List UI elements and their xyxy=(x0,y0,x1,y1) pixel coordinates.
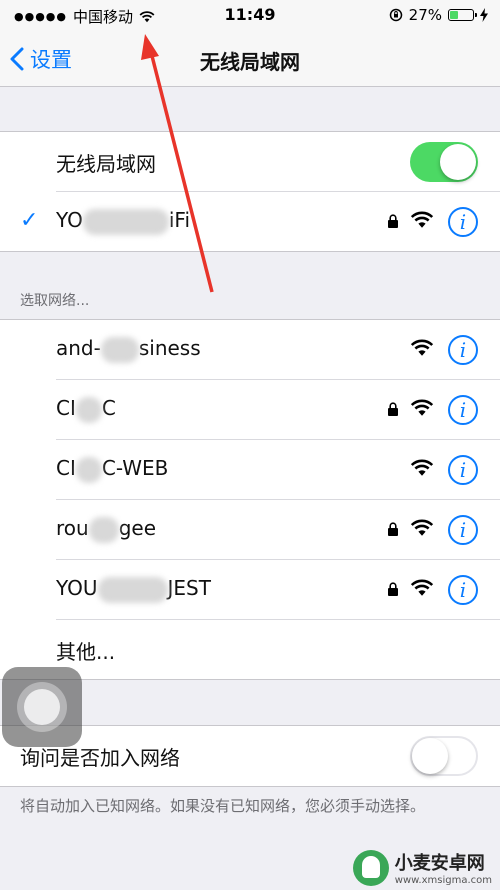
network-row[interactable]: CI C i xyxy=(0,380,500,440)
wifi-icon xyxy=(410,579,434,596)
network-name: CI C-WEB xyxy=(56,456,168,483)
network-name: rou gee xyxy=(56,516,156,543)
watermark-logo-icon xyxy=(352,849,389,886)
wifi-toggle-row: 无线局域网 xyxy=(0,132,500,192)
page-title: 无线局域网 xyxy=(200,50,300,74)
info-icon[interactable]: i xyxy=(448,575,478,605)
redaction-blur xyxy=(82,208,169,235)
watermark-url: www.xmsigma.com xyxy=(394,875,492,886)
redaction-blur xyxy=(75,396,102,423)
info-icon[interactable]: i xyxy=(448,455,478,485)
redaction-blur xyxy=(88,516,119,543)
footer-note: 将自动加入已知网络。如果没有已知网络，您必须手动选择。 xyxy=(20,797,426,815)
wifi-icon xyxy=(410,211,434,228)
wifi-toggle-label: 无线局域网 xyxy=(56,152,156,176)
wifi-icon xyxy=(410,519,434,536)
wifi-toggle[interactable] xyxy=(410,142,478,182)
connected-network-name: YO iFi xyxy=(56,208,190,235)
wifi-main-group: 无线局域网 ✓ YO iFi i xyxy=(0,131,500,252)
status-bar: ●●●●● 中国移动 11:49 27% xyxy=(0,0,500,34)
watermark-title: 小麦安卓网 xyxy=(394,853,485,874)
battery-icon xyxy=(448,9,477,21)
other-network-label: 其他... xyxy=(56,640,116,664)
info-icon[interactable]: i xyxy=(448,207,478,237)
network-name: and-siness xyxy=(56,336,201,363)
info-icon[interactable]: i xyxy=(448,395,478,425)
orientation-lock-icon xyxy=(389,8,402,22)
lock-icon xyxy=(388,522,398,536)
lock-icon xyxy=(388,402,398,416)
network-name: CI C xyxy=(56,396,116,423)
assistive-touch-button[interactable] xyxy=(2,667,82,747)
info-icon[interactable]: i xyxy=(448,515,478,545)
info-icon[interactable]: i xyxy=(448,335,478,365)
lock-icon xyxy=(388,214,398,228)
status-right: 27% xyxy=(389,6,488,24)
wifi-icon xyxy=(410,459,434,476)
network-row[interactable]: and-siness i xyxy=(0,320,500,380)
navigation-bar: 设置 无线局域网 xyxy=(0,34,500,87)
lock-icon xyxy=(388,582,398,596)
wifi-icon xyxy=(410,339,434,356)
network-list: and-siness i CI C i CI C-WEB i rou gee i YO… xyxy=(0,319,500,680)
redaction-blur xyxy=(97,576,168,603)
section-header: 选取网络... xyxy=(20,293,90,309)
battery-percent: 27% xyxy=(408,6,442,24)
network-row[interactable]: CI C-WEB i xyxy=(0,440,500,500)
check-icon: ✓ xyxy=(20,208,39,233)
network-row[interactable]: YOU JEST i xyxy=(0,560,500,620)
network-name: YOU JEST xyxy=(56,576,211,603)
wifi-icon xyxy=(410,399,434,416)
ask-to-join-toggle[interactable] xyxy=(410,736,478,776)
watermark: 小麦安卓网 www.xmsigma.com xyxy=(352,849,492,886)
connected-network-row[interactable]: ✓ YO iFi i xyxy=(0,192,500,252)
redaction-blur xyxy=(75,456,102,483)
charging-icon xyxy=(480,8,488,22)
network-row[interactable]: rou gee i xyxy=(0,500,500,560)
redaction-blur xyxy=(100,336,139,363)
